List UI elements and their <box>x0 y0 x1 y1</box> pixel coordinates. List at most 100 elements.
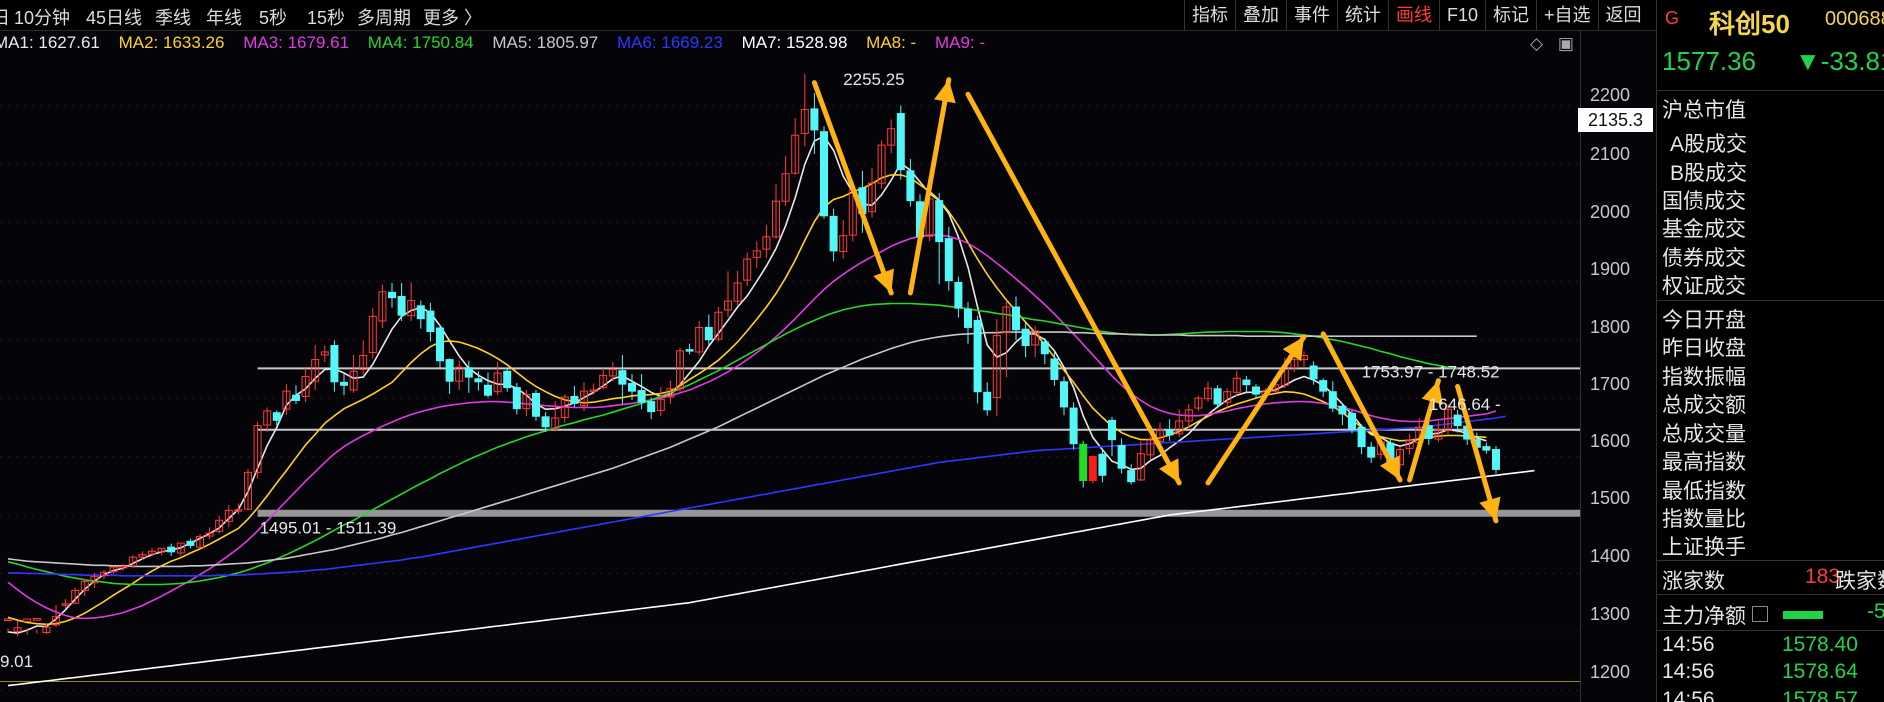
candle-body <box>330 345 339 383</box>
stat-label: 债券成交 <box>1662 247 1746 270</box>
candle-body <box>388 291 396 299</box>
y-tick-label: 2200 <box>1590 85 1631 105</box>
candle-body <box>896 113 905 171</box>
candle-body <box>292 394 300 401</box>
candle-body <box>32 617 41 621</box>
candle-body <box>1127 470 1136 483</box>
candle-body <box>628 383 636 392</box>
index-code: 000688 <box>1825 8 1884 30</box>
candle-body <box>1357 426 1366 448</box>
top-bar: 日 10分钟 45日线 季线 年线 5秒 15秒 多周期 更多 〉 指标 叠加 … <box>0 0 1660 31</box>
candle-body <box>1453 414 1462 427</box>
candle-body <box>512 387 521 410</box>
candle-body <box>1338 405 1347 415</box>
support-annotation: 1495.01 - 1511.39 <box>260 519 397 538</box>
timeframe-15s[interactable]: 15秒 <box>307 4 345 30</box>
index-stat-label: 指数量比 <box>1662 508 1746 531</box>
index-stat-label: 总成交额 <box>1662 394 1746 417</box>
candle-body <box>964 308 972 328</box>
timeframe-multi[interactable]: 多周期 <box>357 4 411 30</box>
timeframe-more[interactable]: 更多 〉 <box>423 4 482 30</box>
stat-label: 权证成交 <box>1662 275 1746 298</box>
back-button[interactable]: 返回 <box>1597 0 1649 30</box>
candle-body <box>1050 358 1059 380</box>
ma-line-ma1 <box>7 135 1487 634</box>
main-flow-value: -5 <box>1867 600 1884 623</box>
y-tick-label: 1900 <box>1590 259 1631 279</box>
f10-button[interactable]: F10 <box>1439 0 1485 30</box>
candle-body <box>1088 456 1097 482</box>
divider <box>1657 560 1884 561</box>
candle-body <box>23 618 32 622</box>
candle-body <box>340 381 348 386</box>
draw-line-button[interactable]: 画线 <box>1388 0 1439 30</box>
index-stat-label: 最高指数 <box>1662 451 1746 474</box>
candle-body <box>935 200 944 243</box>
tick-price: 1578.40 <box>1782 633 1858 656</box>
index-name: 科创50 <box>1709 9 1790 39</box>
candle-body <box>1079 443 1088 482</box>
candle-body <box>445 359 454 382</box>
candle-body <box>1252 386 1260 395</box>
candle-body <box>1069 407 1078 445</box>
overlay-button[interactable]: 叠加 <box>1235 0 1286 30</box>
candle-body <box>1060 381 1068 408</box>
candle-body <box>618 370 627 385</box>
ma-line-ma7 <box>7 469 1535 687</box>
candle-body <box>1040 341 1049 355</box>
candle-body <box>1328 391 1337 409</box>
timeframe-year[interactable]: 年线 <box>206 4 242 30</box>
low-annotation: 9.01 <box>0 652 33 671</box>
candle-body <box>570 395 579 404</box>
timeframe-season[interactable]: 季线 <box>155 4 191 30</box>
stat-label: 国债成交 <box>1662 190 1746 213</box>
main-flow-label: 主力净额 <box>1662 605 1746 628</box>
candle-body <box>1348 412 1356 430</box>
candle-body <box>1021 328 1030 347</box>
index-stat-label: 今日开盘 <box>1662 309 1746 332</box>
tick-time: 14:56 <box>1662 633 1715 656</box>
candle-body <box>1309 365 1318 380</box>
ma-line-ma3 <box>7 234 1497 620</box>
candle-body <box>647 401 656 413</box>
arrow-head <box>1282 336 1304 362</box>
y-tick-label: 1700 <box>1590 374 1631 394</box>
add-watchlist-button[interactable]: +自选 <box>1536 0 1598 30</box>
candle-body <box>532 392 540 417</box>
stat-label: B股成交 <box>1670 162 1748 185</box>
y-tick-label: 1300 <box>1590 604 1631 624</box>
candle-body <box>426 310 435 333</box>
candle-body <box>820 131 828 217</box>
event-button[interactable]: 事件 <box>1286 0 1337 30</box>
timeframe-day[interactable]: 日 <box>0 4 10 30</box>
high-annotation: 2255.25 <box>843 70 904 89</box>
candle-body <box>685 349 694 352</box>
trend-arrow <box>907 77 952 296</box>
divider <box>1657 630 1884 631</box>
candle-body <box>484 384 492 396</box>
candle-body <box>1213 388 1222 405</box>
candle-body <box>1319 380 1328 392</box>
candle-body <box>1098 453 1107 476</box>
chart-toolbar: 指标 叠加 事件 统计 画线 F10 标记 +自选 返回 <box>1184 0 1649 30</box>
stat-label: A股成交 <box>1670 133 1748 156</box>
statistics-button[interactable]: 统计 <box>1337 0 1388 30</box>
timeframe-10min[interactable]: 10分钟 <box>14 4 70 30</box>
candle-body <box>983 391 992 411</box>
timeframe-5s[interactable]: 5秒 <box>259 4 287 30</box>
candle-body <box>1165 429 1174 436</box>
menu-icon[interactable] <box>1752 606 1768 622</box>
main-flow-bar <box>1783 611 1823 619</box>
timeframe-45day[interactable]: 45日线 <box>86 4 142 30</box>
y-tick-label: 1800 <box>1590 317 1631 337</box>
current-price-tag: 2135.3 <box>1578 108 1653 132</box>
kline-chart[interactable]: 2255.25 1753.97 - 1748.52 1495.01 - 1511.3… <box>0 30 1580 702</box>
candle-body <box>906 170 915 202</box>
down-count-label: 跌家数 <box>1835 570 1884 593</box>
candle-body <box>954 281 963 309</box>
candle-body <box>436 327 444 362</box>
candle-body <box>541 416 550 428</box>
indicator-button[interactable]: 指标 <box>1184 0 1235 30</box>
mark-button[interactable]: 标记 <box>1485 0 1536 30</box>
candle-body <box>416 305 425 320</box>
